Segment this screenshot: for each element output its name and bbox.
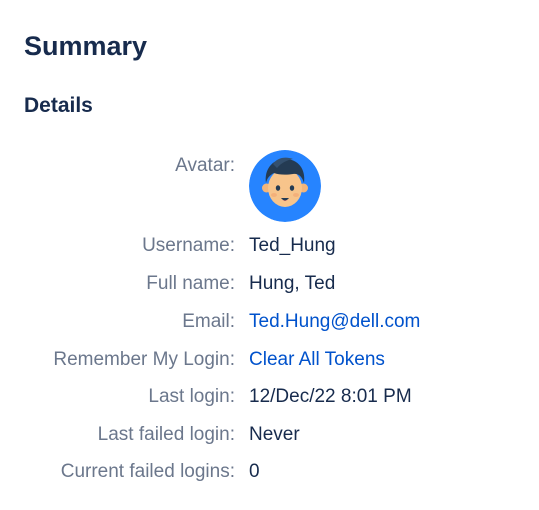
fullname-value: Hung, Ted bbox=[249, 273, 336, 294]
remember-login-row: Remember My Login: Clear All Tokens bbox=[0, 345, 539, 375]
email-link[interactable]: Ted.Hung@dell.com bbox=[249, 307, 420, 337]
email-row: Email: Ted.Hung@dell.com bbox=[0, 307, 539, 337]
fullname-row: Full name: Hung, Ted bbox=[0, 269, 539, 299]
page-title: Summary bbox=[24, 31, 148, 61]
email-label: Email: bbox=[182, 311, 235, 332]
last-failed-login-value: Never bbox=[249, 424, 300, 445]
last-login-value: 12/Dec/22 8:01 PM bbox=[249, 386, 412, 407]
avatar-label: Avatar: bbox=[175, 155, 235, 176]
last-failed-login-row: Last failed login: Never bbox=[0, 420, 539, 450]
user-avatar-icon[interactable] bbox=[249, 150, 321, 222]
fullname-label: Full name: bbox=[146, 273, 235, 294]
current-failed-logins-value: 0 bbox=[249, 461, 260, 482]
last-login-label: Last login: bbox=[148, 386, 235, 407]
current-failed-logins-label: Current failed logins: bbox=[60, 461, 235, 482]
last-failed-login-label: Last failed login: bbox=[97, 424, 235, 445]
username-row: Username: Ted_Hung bbox=[0, 231, 539, 261]
current-failed-logins-row: Current failed logins: 0 bbox=[0, 457, 539, 487]
last-login-row: Last login: 12/Dec/22 8:01 PM bbox=[0, 382, 539, 412]
username-value: Ted_Hung bbox=[249, 235, 336, 256]
clear-all-tokens-link[interactable]: Clear All Tokens bbox=[249, 345, 385, 375]
remember-login-label: Remember My Login: bbox=[53, 349, 235, 370]
details-heading: Details bbox=[24, 94, 93, 117]
username-label: Username: bbox=[142, 235, 235, 256]
